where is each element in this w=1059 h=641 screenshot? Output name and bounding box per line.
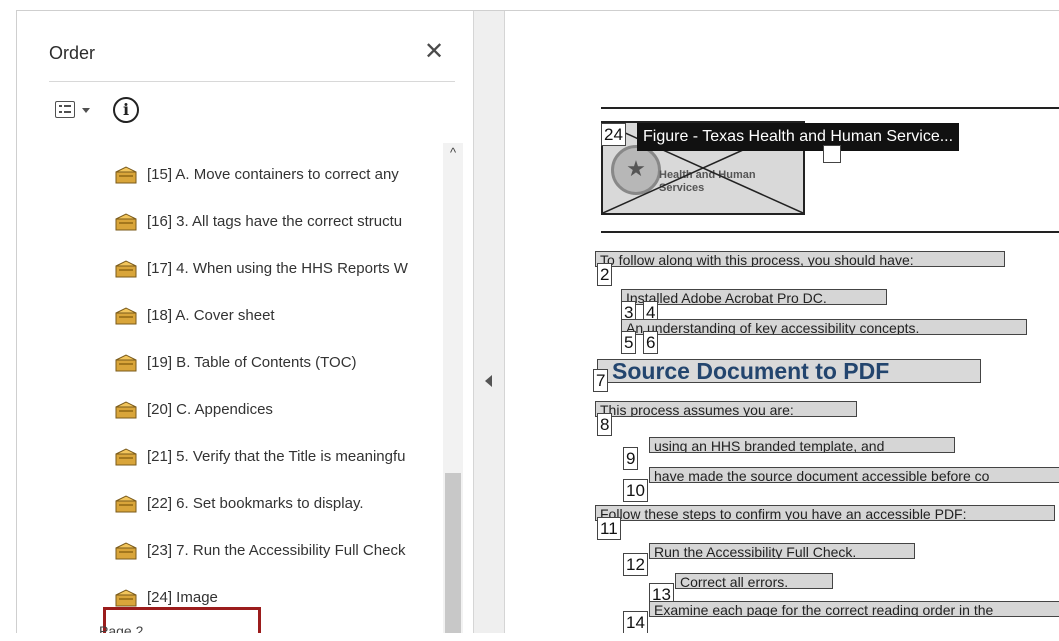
text-line: using an HHS branded template, and xyxy=(649,437,955,453)
tree-item-label: [15] A. Move containers to correct any xyxy=(147,166,399,183)
tag-number: 6 xyxy=(643,331,659,354)
tree-item[interactable]: [17] 4. When using the HHS Reports W xyxy=(115,257,443,283)
tree-item[interactable]: [15] A. Move containers to correct any xyxy=(115,163,443,189)
scroll-up-icon[interactable]: ^ xyxy=(447,146,459,159)
text-line: Correct all errors. xyxy=(675,573,833,589)
section-heading: Source Document to PDF xyxy=(597,359,981,383)
options-menu-icon xyxy=(55,101,75,118)
collapse-left-icon[interactable] xyxy=(485,375,492,387)
panel-title: Order xyxy=(49,43,96,63)
container-icon xyxy=(115,213,137,231)
tree-item-label: [17] 4. When using the HHS Reports W xyxy=(147,260,408,277)
text-line: An understanding of key accessibility co… xyxy=(621,319,1027,335)
tag-number: 9 xyxy=(623,447,639,470)
tree-item-label: [19] B. Table of Contents (TOC) xyxy=(147,354,357,371)
text-line: Run the Accessibility Full Check. xyxy=(649,543,915,559)
page-node[interactable]: Page 2 xyxy=(99,623,143,633)
tree-item[interactable]: [21] 5. Verify that the Title is meaning… xyxy=(115,445,443,471)
container-icon xyxy=(115,589,137,607)
container-icon xyxy=(115,495,137,513)
tree-item-label: [16] 3. All tags have the correct struct… xyxy=(147,213,403,230)
container-icon xyxy=(115,307,137,325)
app-frame: Order ✕ i [15] A. Move containers to cor… xyxy=(16,10,1059,633)
tag-number: 10 xyxy=(623,479,648,502)
tree-item[interactable]: [22] 6. Set bookmarks to display. xyxy=(115,492,443,518)
text-line: have made the source document accessible… xyxy=(649,467,1059,483)
text-line: Examine each page for the correct readin… xyxy=(649,601,1059,617)
container-icon xyxy=(115,401,137,419)
text-line: To follow along with this process, you s… xyxy=(595,251,1005,267)
header-rule-bottom xyxy=(601,231,1059,233)
panel-splitter[interactable] xyxy=(473,11,505,633)
tag-number: 11 xyxy=(597,517,621,540)
tag-number: 2 xyxy=(597,263,613,286)
document-view: ★ Health and Human Services 24 Figure - T… xyxy=(505,11,1059,633)
container-icon xyxy=(115,448,137,466)
tree-item-label: [22] 6. Set bookmarks to display. xyxy=(147,495,364,512)
tag-number: 5 xyxy=(621,331,637,354)
container-icon xyxy=(115,166,137,184)
tag-number: 14 xyxy=(623,611,648,633)
title-divider xyxy=(49,81,455,82)
order-panel: Order ✕ i [15] A. Move containers to cor… xyxy=(17,11,473,633)
header-rule xyxy=(601,107,1059,109)
tree-item[interactable]: [20] C. Appendices xyxy=(115,398,443,424)
options-menu-button[interactable] xyxy=(55,99,103,125)
container-icon xyxy=(115,260,137,278)
tree-item-label: [21] 5. Verify that the Title is meaning… xyxy=(147,448,406,465)
tree-item-label: [18] A. Cover sheet xyxy=(147,307,275,324)
tag-number: 8 xyxy=(597,413,613,436)
tree-item[interactable]: [18] A. Cover sheet xyxy=(115,304,443,330)
container-icon xyxy=(115,542,137,560)
tree-item[interactable]: [23] 7. Run the Accessibility Full Check xyxy=(115,539,443,565)
tree-item-label: [20] C. Appendices xyxy=(147,401,273,418)
close-icon[interactable]: ✕ xyxy=(419,37,449,67)
tag-number: 12 xyxy=(623,553,648,576)
text-line: This process assumes you are: xyxy=(595,401,857,417)
tag-box xyxy=(823,145,841,163)
tag-number: 7 xyxy=(593,369,609,392)
tree-item[interactable]: [19] B. Table of Contents (TOC) xyxy=(115,351,443,377)
tree-item[interactable]: [16] 3. All tags have the correct struct… xyxy=(115,210,443,236)
figure-tooltip: Figure - Texas Health and Human Service.… xyxy=(637,123,960,151)
info-icon[interactable]: i xyxy=(113,97,139,123)
container-icon xyxy=(115,354,137,372)
order-tree: [15] A. Move containers to correct any [… xyxy=(17,143,443,633)
text-line: Follow these steps to confirm you have a… xyxy=(595,505,1055,521)
tree-item-label: [24] Image xyxy=(147,589,218,606)
tree-item-label: [23] 7. Run the Accessibility Full Check xyxy=(147,542,406,559)
scrollbar[interactable]: ^ xyxy=(443,143,463,633)
chevron-down-icon xyxy=(82,108,90,113)
tag-number: 24 xyxy=(601,123,626,146)
scroll-thumb[interactable] xyxy=(445,473,461,633)
text-line: Installed Adobe Acrobat Pro DC. xyxy=(621,289,887,305)
